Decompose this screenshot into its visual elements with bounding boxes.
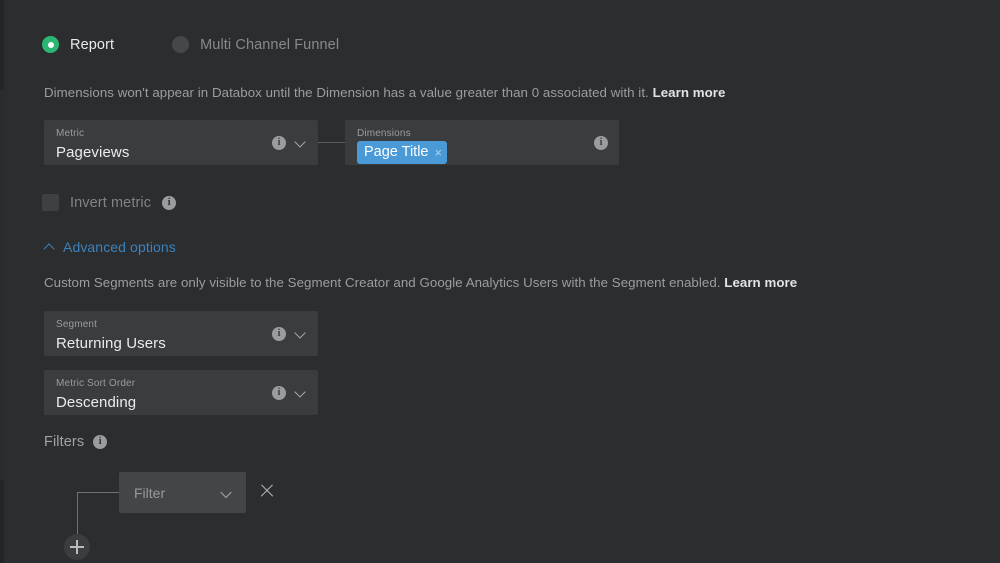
invert-metric-label: Invert metric — [70, 195, 151, 211]
info-icon[interactable] — [93, 435, 107, 449]
invert-metric-row[interactable]: Invert metric — [42, 194, 176, 211]
dimension-notice: Dimensions won't appear in Databox until… — [44, 85, 725, 100]
radio-selected-icon — [42, 36, 59, 53]
filter-connector-horizontal — [77, 492, 119, 493]
radio-label-multi-channel-funnel: Multi Channel Funnel — [200, 37, 339, 53]
info-icon[interactable] — [594, 136, 608, 150]
metric-sort-order-value: Descending — [56, 392, 306, 414]
segment-field[interactable]: Segment Returning Users — [44, 311, 318, 356]
segment-notice: Custom Segments are only visible to the … — [44, 275, 797, 290]
filter-select-placeholder: Filter — [134, 485, 165, 501]
metric-field[interactable]: Metric Pageviews — [44, 120, 318, 165]
metric-dimension-connector — [318, 142, 345, 143]
chevron-down-icon[interactable] — [222, 487, 233, 498]
invert-metric-checkbox[interactable] — [42, 194, 59, 211]
report-settings-panel: Report Multi Channel Funnel Dimensions w… — [0, 0, 1000, 563]
segment-field-value: Returning Users — [56, 333, 306, 355]
chevron-up-icon — [44, 243, 55, 251]
metric-sort-order-label: Metric Sort Order — [56, 378, 306, 390]
add-filter-button[interactable] — [64, 534, 90, 560]
segment-notice-text: Custom Segments are only visible to the … — [44, 275, 721, 290]
dimension-chip-page-title[interactable]: Page Title × — [357, 141, 447, 164]
close-icon[interactable]: × — [435, 146, 443, 159]
advanced-options-label: Advanced options — [63, 239, 176, 255]
mode-radio-group: Report Multi Channel Funnel — [42, 36, 339, 53]
segment-field-label: Segment — [56, 319, 306, 331]
radio-label-report: Report — [70, 37, 114, 53]
info-icon[interactable] — [272, 386, 286, 400]
radio-option-report[interactable]: Report — [42, 36, 114, 53]
advanced-options-toggle[interactable]: Advanced options — [44, 239, 176, 255]
radio-unselected-icon — [172, 36, 189, 53]
radio-option-multi-channel-funnel[interactable]: Multi Channel Funnel — [172, 36, 339, 53]
filter-select[interactable]: Filter — [119, 472, 246, 513]
metric-sort-order-field[interactable]: Metric Sort Order Descending — [44, 370, 318, 415]
dimension-notice-text: Dimensions won't appear in Databox until… — [44, 85, 649, 100]
remove-filter-button[interactable] — [259, 483, 275, 499]
dimension-chip-label: Page Title — [364, 143, 429, 162]
filters-header: Filters — [44, 434, 107, 450]
dimensions-field-label: Dimensions — [357, 128, 607, 140]
metric-sort-order-icons — [272, 386, 307, 400]
dimension-notice-learn-more-link[interactable]: Learn more — [653, 85, 726, 100]
filters-label: Filters — [44, 434, 84, 450]
dimensions-field-icons — [594, 136, 608, 150]
segment-field-icons — [272, 327, 307, 341]
info-icon[interactable] — [272, 327, 286, 341]
filter-connector-vertical — [77, 492, 78, 540]
chevron-down-icon[interactable] — [296, 387, 307, 398]
chevron-down-icon[interactable] — [296, 137, 307, 148]
dimensions-field[interactable]: Dimensions Page Title × — [345, 120, 619, 165]
metric-field-value: Pageviews — [56, 142, 306, 164]
info-icon[interactable] — [162, 196, 176, 210]
chevron-down-icon[interactable] — [296, 328, 307, 339]
metric-field-icons — [272, 136, 307, 150]
info-icon[interactable] — [272, 136, 286, 150]
segment-notice-learn-more-link[interactable]: Learn more — [724, 275, 797, 290]
metric-field-label: Metric — [56, 128, 306, 140]
